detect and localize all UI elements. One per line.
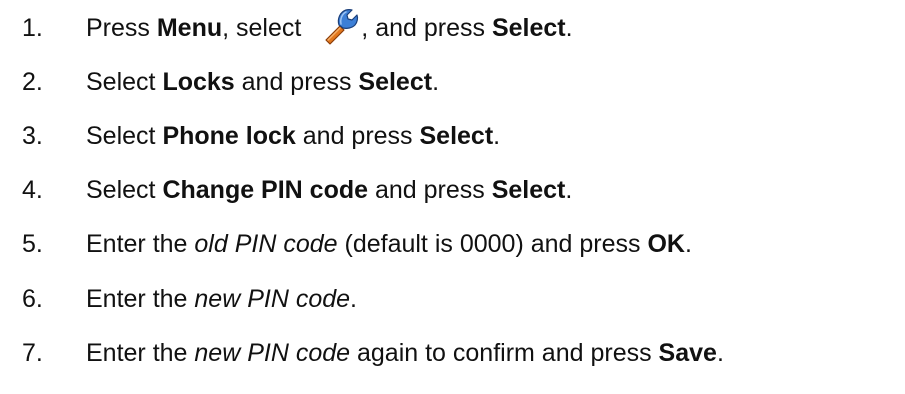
step-text-part: . xyxy=(565,175,573,204)
step-text-part: Select xyxy=(86,175,163,204)
step-text: Press Menu , select , and press Select . xyxy=(86,8,573,48)
step-number: 7. xyxy=(22,338,43,367)
select-key-label: Select xyxy=(419,121,494,150)
step-text: Enter the new PIN code . xyxy=(86,285,357,314)
step-text-part: (default is 0000) and press xyxy=(337,229,648,258)
instruction-steps: 1. Press Menu , select , and press Selec… xyxy=(0,0,905,394)
select-key-label: Select xyxy=(491,175,566,204)
step-number: 5. xyxy=(22,229,43,258)
step-text-part: Enter the xyxy=(86,284,195,313)
locks-menu-label: Locks xyxy=(162,67,235,96)
step-text-part: . xyxy=(493,121,501,150)
phone-lock-menu-label: Phone lock xyxy=(162,121,296,150)
step-text-part: . xyxy=(684,229,692,258)
step-number: 2. xyxy=(22,67,43,96)
select-key-label: Select xyxy=(358,67,433,96)
step-number: 4. xyxy=(22,175,43,204)
step-text-part: and press xyxy=(368,175,492,204)
step-text-part: Enter the xyxy=(86,229,195,258)
step-text-part: , select xyxy=(222,13,309,42)
step-text-part: Select xyxy=(86,121,163,150)
step-text: Select Phone lock and press Select . xyxy=(86,122,500,151)
step-text: Enter the old PIN code (default is 0000)… xyxy=(86,230,692,259)
old-pin-term: old PIN code xyxy=(194,229,338,258)
step-number: 3. xyxy=(22,121,43,150)
menu-key-label: Menu xyxy=(156,13,223,42)
step-text-part: and press xyxy=(234,67,359,96)
select-key-label: Select xyxy=(491,13,566,42)
step-text-part: Enter the xyxy=(86,338,195,367)
step-text-part: and press xyxy=(295,121,420,150)
step-text: Enter the new PIN code again to confirm … xyxy=(86,339,724,368)
step-text-part: . xyxy=(716,338,724,367)
step-text-part: . xyxy=(565,13,573,42)
step-text: Select Locks and press Select . xyxy=(86,68,439,97)
step-text: Select Change PIN code and press Select … xyxy=(86,176,572,205)
new-pin-term: new PIN code xyxy=(194,284,351,313)
wrench-icon xyxy=(320,6,360,46)
ok-key-label: OK xyxy=(647,229,685,258)
step-text-part: again to confirm and press xyxy=(350,338,659,367)
step-text-part: . xyxy=(432,67,440,96)
step-number: 6. xyxy=(22,284,43,313)
save-key-label: Save xyxy=(658,338,717,367)
step-text-part: Press xyxy=(86,13,157,42)
step-number: 1. xyxy=(22,13,43,42)
step-text-part: Select xyxy=(86,67,163,96)
step-text-part: . xyxy=(350,284,357,313)
change-pin-menu-label: Change PIN code xyxy=(162,175,369,204)
step-text-part: , and press xyxy=(361,13,492,42)
new-pin-term: new PIN code xyxy=(194,338,351,367)
